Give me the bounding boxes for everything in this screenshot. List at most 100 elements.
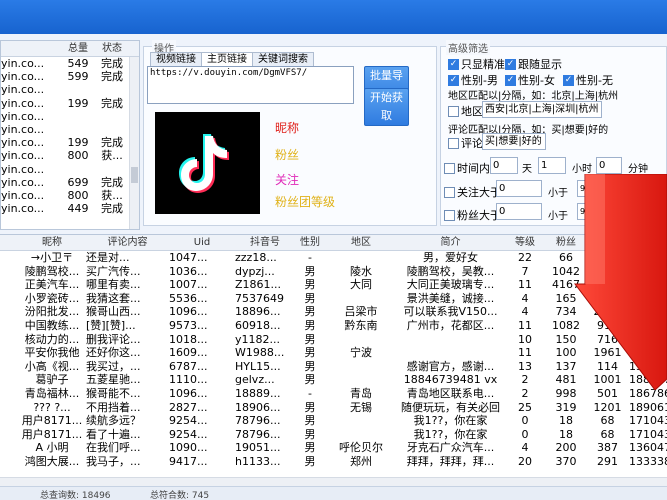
results-row[interactable]: 鸿图大展... 我马子，... 9417... h1133... 男 郑州 拜拜，拜拜，拜.… <box>0 455 667 469</box>
results-row[interactable]: 用户8171... 看了十遍... 9254... 78796... 男 我1??，你在家… <box>0 428 667 442</box>
region-checkbox[interactable]: 地区 <box>448 103 483 119</box>
results-row[interactable]: 用户8171... 续航多远？ 9254... 78796... 男 我1??，你在家 0 1… <box>0 414 667 428</box>
results-cell: 291 <box>597 454 618 468</box>
url-list-row[interactable]: yin.co... 199 完成 <box>1 136 139 149</box>
results-cell: 鸿图大展... <box>24 454 80 468</box>
results-header-cell[interactable]: 性别 <box>295 235 325 250</box>
results-header-cell[interactable]: 评论内容 <box>86 235 169 250</box>
url-list-cell-status: 获... <box>101 188 123 202</box>
url-list-cell-status: 完成 <box>101 57 123 70</box>
fan-group-label: 粉丝团等级 <box>275 195 336 209</box>
results-cell: 1090... <box>169 441 208 455</box>
region-input[interactable]: 西安|北京|上海|深圳|杭州 <box>482 101 602 118</box>
gender-none-checkbox[interactable]: 性别-无 <box>563 72 613 88</box>
tab-homepage-link[interactable]: 主页链接 <box>201 52 253 67</box>
results-header-cell[interactable] <box>0 235 18 250</box>
results-header-cell[interactable]: 抖音号 <box>235 235 295 250</box>
url-list-cell-count: 549 <box>67 57 89 70</box>
url-list-row[interactable]: yin.co... 449 完成 <box>1 202 139 215</box>
url-list-row[interactable]: yin.co... <box>1 123 139 136</box>
url-list-cell-count: 449 <box>67 202 89 216</box>
url-list-row[interactable]: yin.co... 699 完成 <box>1 176 139 189</box>
results-cell: 平安你我他 <box>24 346 80 360</box>
url-list-cell-url: yin.co... <box>1 149 45 163</box>
results-cell: 9254... <box>169 414 208 428</box>
url-list-row[interactable]: yin.co... <box>1 163 139 176</box>
time-days-input[interactable]: 0 <box>490 157 518 174</box>
results-cell: 10 <box>518 332 532 346</box>
tab-keyword-search[interactable]: 关键词搜索 <box>252 52 314 67</box>
results-cell: 男 <box>304 332 316 346</box>
gender-male-checkbox[interactable]: 性别-男 <box>448 72 498 88</box>
results-header-cell[interactable]: 简介 <box>397 235 504 250</box>
results-cell: - <box>308 251 312 264</box>
results-cell: 男 <box>304 318 316 332</box>
checked-icon <box>505 58 516 70</box>
results-cell <box>325 373 397 387</box>
results-cell: 1110... <box>169 373 208 387</box>
url-list-cell-url: yin.co... <box>1 202 45 216</box>
comment-input[interactable]: 买|想要|好的 <box>482 133 546 150</box>
follow-gt-input[interactable]: 0 <box>496 180 542 197</box>
results-cell: 男 <box>304 441 316 455</box>
results-cell: 1096... <box>169 305 208 319</box>
follow-label: 关注 <box>275 173 300 187</box>
url-list-row[interactable]: yin.co... 800 获... <box>1 149 139 162</box>
time-hours-input[interactable]: 1 <box>538 157 566 174</box>
url-list-cell-url: yin.co... <box>1 70 45 84</box>
results-header-cell[interactable]: 昵称 <box>18 235 86 250</box>
results-cell: 我猜这套... <box>86 291 141 305</box>
results-cell: 18889... <box>235 386 281 400</box>
time-within-checkbox[interactable]: 时间内 <box>444 160 490 176</box>
results-cell: 5536... <box>169 291 208 305</box>
start-fetch-button[interactable]: 开始获取 <box>364 88 409 126</box>
time-minutes-input[interactable]: 0 <box>596 157 622 174</box>
results-cell: 18846739481 vx <box>403 373 498 387</box>
url-input[interactable]: https://v.douyin.com/DgmVFS7/ <box>147 66 354 104</box>
region-hint: 地区匹配以|分隔，如：北京|上海|杭州 <box>448 91 619 102</box>
url-list-row[interactable]: yin.co... 800 获... <box>1 189 139 202</box>
url-list-cell-status: 完成 <box>101 96 123 110</box>
url-list-row[interactable]: yin.co... 199 完成 <box>1 97 139 110</box>
results-cell: 续航多远？ <box>86 414 141 428</box>
fans-gt-input[interactable]: 0 <box>496 203 542 220</box>
results-cell: 9254... <box>169 427 208 441</box>
results-cell: 9417... <box>169 454 208 468</box>
results-row[interactable]: A 小明 在我们呼... 1090... 19051... 男 呼伦贝尔 牙克石广众汽车..… <box>0 441 667 455</box>
url-list-cell-count: 199 <box>67 136 89 150</box>
results-cell: 青岛福林... <box>24 386 80 400</box>
results-cell: 68 <box>600 427 615 441</box>
follow-show-checkbox[interactable]: 跟随显示 <box>505 56 562 72</box>
results-cell: 在我们呼... <box>86 441 141 455</box>
url-list-row[interactable]: yin.co... 549 完成 <box>1 57 139 70</box>
results-cell: 核动力的... <box>24 332 80 346</box>
results-cell: [赞][赞]... <box>86 318 136 332</box>
results-cell <box>0 319 18 333</box>
video-url-list[interactable]: 总量 状态 yin.co... 549 完成 yin.co... 599 完成 yin.co… <box>0 40 140 230</box>
comment-checkbox[interactable]: 评论 <box>448 135 483 151</box>
results-cell <box>0 401 18 415</box>
url-list-row[interactable]: yin.co... 599 完成 <box>1 70 139 83</box>
results-cell: 哪里有卖... <box>86 278 141 292</box>
results-cell: 7537649 <box>235 291 284 305</box>
results-cell: 18896... <box>235 305 281 319</box>
fans-gt-checkbox[interactable]: 粉丝大于 <box>444 207 501 223</box>
only-exact-checkbox[interactable]: 只显精准 <box>448 56 505 72</box>
results-cell: 男 <box>304 427 316 441</box>
results-header-cell[interactable]: 地区 <box>325 235 397 250</box>
follow-gt-checkbox[interactable]: 关注大于 <box>444 184 501 200</box>
url-list-row[interactable]: yin.co... <box>1 83 139 96</box>
url-list-scrollbar[interactable] <box>129 57 139 229</box>
results-header-cell[interactable]: 等级 <box>504 235 546 250</box>
gender-female-checkbox[interactable]: 性别-女 <box>505 72 555 88</box>
url-list-cell-url: yin.co... <box>1 57 45 70</box>
url-list-row[interactable]: yin.co... <box>1 110 139 123</box>
results-cell: 4 <box>521 305 529 319</box>
results-cell: 0 <box>521 427 529 441</box>
results-header-cell[interactable]: Uid <box>169 235 235 250</box>
results-row[interactable]: ??? ?... 不用挡着... 2827... 18906... 男 无锡 随便玩玩，有关… <box>0 401 667 415</box>
results-cell: 0 <box>521 414 529 428</box>
results-cell <box>0 455 18 469</box>
tab-video-link[interactable]: 视频链接 <box>150 52 202 67</box>
results-horizontal-scrollbar[interactable] <box>0 477 667 486</box>
